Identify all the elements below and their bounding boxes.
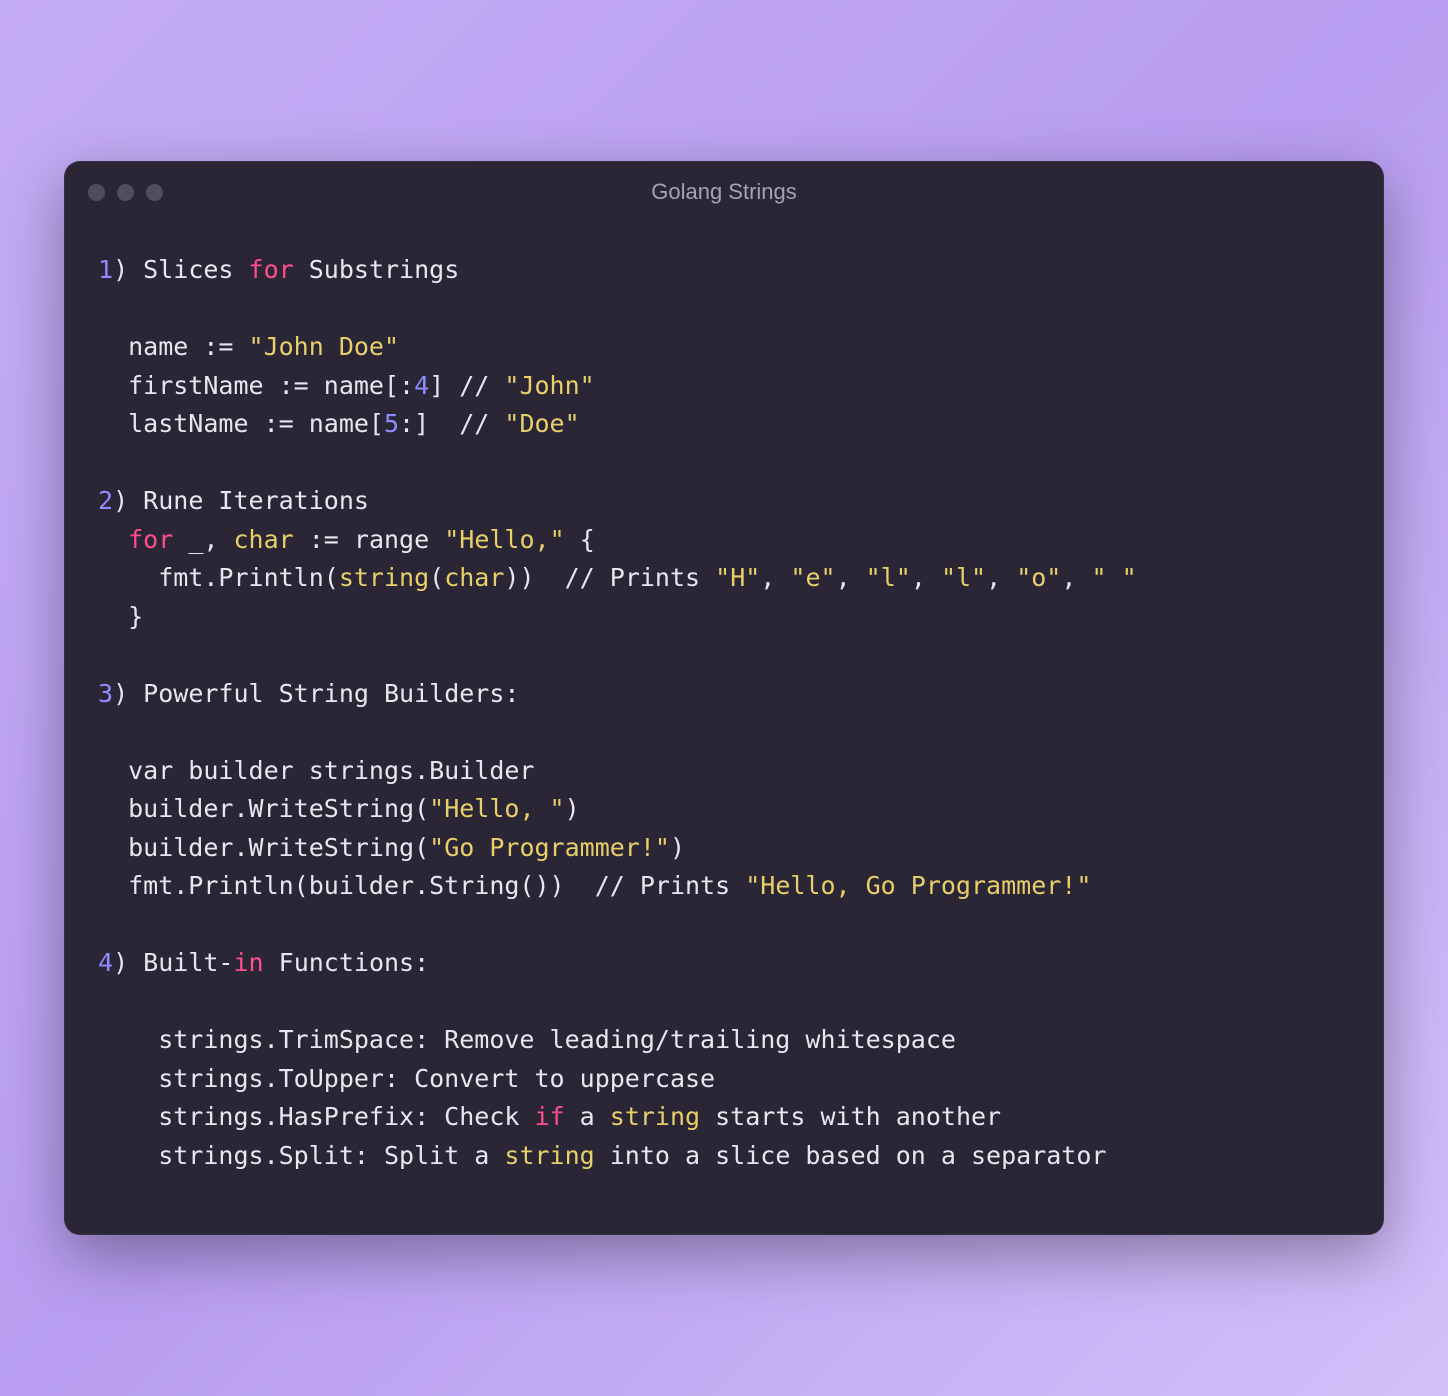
code-token: "Doe"	[504, 409, 579, 438]
traffic-lights	[88, 184, 163, 201]
code-token: string	[610, 1102, 700, 1131]
code-line: fmt.Println(string(char)) // Prints "H",…	[98, 559, 1350, 598]
code-token: ,	[760, 563, 790, 592]
code-content: 1) Slices for Substrings name := "John D…	[64, 223, 1384, 1235]
code-line	[98, 906, 1350, 945]
maximize-icon[interactable]	[146, 184, 163, 201]
code-line: strings.Split: Split a string into a sli…	[98, 1137, 1350, 1176]
code-token: "John"	[504, 371, 594, 400]
code-token: ) Rune Iterations	[113, 486, 369, 515]
code-token: fmt.Println(builder.String()) // Prints	[98, 871, 745, 900]
code-token: ) Slices	[113, 255, 248, 284]
code-token: builder.WriteString(	[98, 794, 429, 823]
code-token: 3	[98, 679, 113, 708]
code-token: )) // Prints	[504, 563, 715, 592]
code-line: 2) Rune Iterations	[98, 482, 1350, 521]
close-icon[interactable]	[88, 184, 105, 201]
code-token: _,	[173, 525, 233, 554]
code-line: var builder strings.Builder	[98, 752, 1350, 791]
code-token: in	[233, 948, 263, 977]
code-token: strings.ToUpper: Convert to uppercase	[98, 1064, 715, 1093]
code-token: "o"	[1016, 563, 1061, 592]
code-token: a	[565, 1102, 610, 1131]
code-token: if	[535, 1102, 565, 1131]
code-token: strings.HasPrefix: Check	[98, 1102, 535, 1131]
code-line	[98, 636, 1350, 675]
code-line	[98, 444, 1350, 483]
code-token: ,	[836, 563, 866, 592]
code-token: "H"	[715, 563, 760, 592]
code-window: Golang Strings 1) Slices for Substrings …	[64, 161, 1384, 1235]
code-token: var builder strings.Builder	[98, 756, 535, 785]
code-token: fmt.Println(	[98, 563, 339, 592]
code-token: )	[670, 833, 685, 862]
code-token: 5	[384, 409, 399, 438]
code-token: {	[565, 525, 595, 554]
code-token: "l"	[941, 563, 986, 592]
minimize-icon[interactable]	[117, 184, 134, 201]
code-token: starts with another	[700, 1102, 1001, 1131]
code-line: strings.TrimSpace: Remove leading/traili…	[98, 1021, 1350, 1060]
code-line: 3) Powerful String Builders:	[98, 675, 1350, 714]
code-line: 1) Slices for Substrings	[98, 251, 1350, 290]
code-token: "Go Programmer!"	[429, 833, 670, 862]
code-token: ] //	[429, 371, 504, 400]
code-line: for _, char := range "Hello," {	[98, 521, 1350, 560]
code-token: := range	[294, 525, 445, 554]
code-line: builder.WriteString("Hello, ")	[98, 790, 1350, 829]
code-token: char	[233, 525, 293, 554]
code-token: 1	[98, 255, 113, 284]
code-token: (	[429, 563, 444, 592]
code-token: )	[565, 794, 580, 823]
code-token: "Hello, Go Programmer!"	[745, 871, 1091, 900]
code-token: for	[249, 255, 294, 284]
code-line: fmt.Println(builder.String()) // Prints …	[98, 867, 1350, 906]
code-token: ) Powerful String Builders:	[113, 679, 519, 708]
code-token: char	[444, 563, 504, 592]
code-line: strings.ToUpper: Convert to uppercase	[98, 1060, 1350, 1099]
window-title: Golang Strings	[64, 179, 1384, 205]
code-token: 4	[98, 948, 113, 977]
code-token: "e"	[790, 563, 835, 592]
code-line: firstName := name[:4] // "John"	[98, 367, 1350, 406]
code-token: lastName := name[	[98, 409, 384, 438]
code-token: Functions:	[264, 948, 430, 977]
code-token: string	[339, 563, 429, 592]
code-token: " "	[1091, 563, 1136, 592]
code-line: 4) Built-in Functions:	[98, 944, 1350, 983]
code-line: strings.HasPrefix: Check if a string sta…	[98, 1098, 1350, 1137]
code-token: string	[504, 1141, 594, 1170]
code-token: "l"	[866, 563, 911, 592]
code-line: name := "John Doe"	[98, 328, 1350, 367]
code-token: firstName := name[:	[98, 371, 414, 400]
code-token: strings.TrimSpace: Remove leading/traili…	[98, 1025, 956, 1054]
code-token: 4	[414, 371, 429, 400]
code-token: ) Built-	[113, 948, 233, 977]
code-token: }	[98, 602, 143, 631]
code-line	[98, 290, 1350, 329]
code-line: }	[98, 598, 1350, 637]
code-line	[98, 983, 1350, 1022]
code-token: for	[128, 525, 173, 554]
code-line	[98, 713, 1350, 752]
code-token	[98, 525, 128, 554]
code-token: builder.WriteString(	[98, 833, 429, 862]
code-token: "John Doe"	[249, 332, 400, 361]
code-token: ,	[911, 563, 941, 592]
code-token: ,	[1061, 563, 1091, 592]
titlebar: Golang Strings	[64, 161, 1384, 223]
code-line: builder.WriteString("Go Programmer!")	[98, 829, 1350, 868]
code-line: lastName := name[5:] // "Doe"	[98, 405, 1350, 444]
code-token: name :=	[98, 332, 249, 361]
code-token: 2	[98, 486, 113, 515]
code-token: strings.Split: Split a	[98, 1141, 504, 1170]
code-token: :] //	[399, 409, 504, 438]
code-token: "Hello,"	[444, 525, 564, 554]
code-token: Substrings	[294, 255, 460, 284]
code-token: ,	[986, 563, 1016, 592]
code-token: into a slice based on a separator	[595, 1141, 1107, 1170]
code-token: "Hello, "	[429, 794, 564, 823]
